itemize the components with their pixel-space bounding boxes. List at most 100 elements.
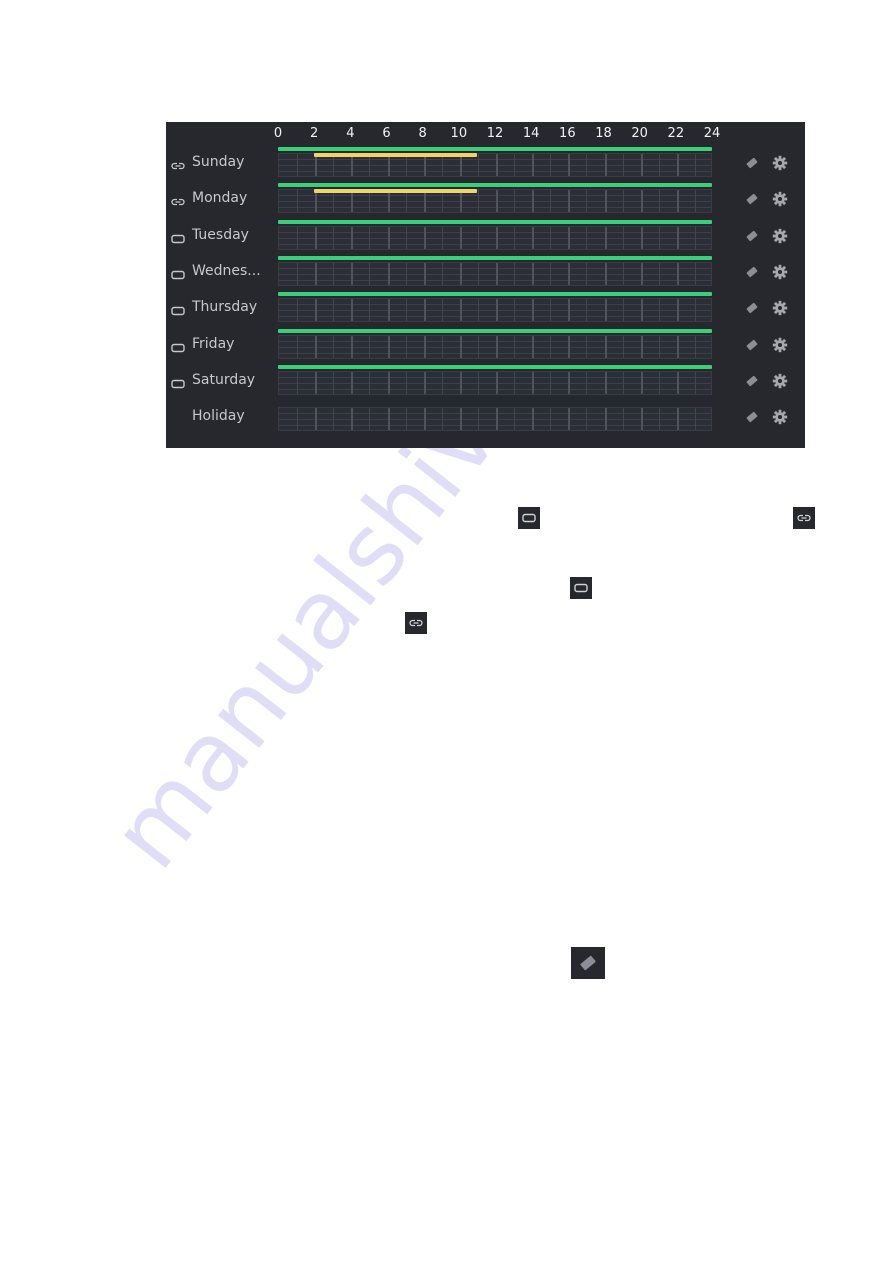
timeline-grid[interactable] <box>278 225 712 250</box>
schedule-period-primary[interactable] <box>278 328 712 333</box>
grid-line <box>640 299 643 322</box>
grid-line <box>441 262 443 285</box>
grid-line <box>369 335 371 358</box>
timeline-grid[interactable] <box>278 334 712 359</box>
eraser-icon[interactable] <box>744 155 760 171</box>
grid-line <box>369 371 371 394</box>
grid-line <box>315 335 318 358</box>
grid-line <box>477 299 479 322</box>
grid-line <box>351 154 354 176</box>
unlinked-icon[interactable] <box>171 267 185 280</box>
grid-line <box>333 262 335 285</box>
unlinked-icon[interactable] <box>171 231 185 243</box>
hour-label: 18 <box>595 126 612 141</box>
schedule-row-monday: Monday <box>166 183 805 219</box>
grid-line <box>459 154 462 176</box>
grid-line <box>441 335 443 358</box>
gear-icon[interactable] <box>772 300 788 316</box>
gear-icon[interactable] <box>772 409 788 425</box>
unlinked-icon[interactable] <box>171 376 185 388</box>
hour-label: 22 <box>667 126 685 141</box>
grid-line <box>604 335 607 358</box>
grid-line <box>423 154 426 176</box>
grid-line <box>423 408 426 431</box>
timeline-track[interactable] <box>278 219 712 250</box>
gear-icon[interactable] <box>772 155 788 171</box>
schedule-period-primary[interactable] <box>278 183 712 188</box>
schedule-period-primary[interactable] <box>278 364 712 369</box>
eraser-icon[interactable] <box>744 228 760 244</box>
schedule-period-primary[interactable] <box>278 219 712 224</box>
grid-line <box>387 226 390 249</box>
grid-line <box>387 154 390 176</box>
timeline-grid[interactable] <box>278 407 712 432</box>
grid-line <box>496 371 498 394</box>
linked-icon[interactable] <box>171 158 185 170</box>
eraser-icon[interactable] <box>744 337 760 353</box>
grid-line <box>676 226 679 249</box>
grid-line <box>496 154 498 176</box>
grid-line <box>423 226 426 249</box>
grid-line <box>297 335 299 358</box>
grid-line <box>423 262 426 285</box>
grid-line <box>496 190 498 213</box>
unlinked-icon[interactable] <box>171 340 185 352</box>
gear-icon[interactable] <box>772 337 788 353</box>
grid-line <box>297 299 299 322</box>
timeline-track[interactable] <box>278 147 712 177</box>
hour-label: 12 <box>486 126 504 141</box>
grid-line <box>315 408 318 431</box>
grid-line <box>604 371 607 394</box>
day-label: Sunday <box>192 154 245 170</box>
grid-line <box>351 335 354 358</box>
gear-icon[interactable] <box>772 373 788 389</box>
schedule-period-secondary[interactable] <box>314 189 477 194</box>
schedule-period-primary[interactable] <box>278 147 712 151</box>
grid-line <box>622 262 624 285</box>
grid-line <box>297 371 299 394</box>
grid-line <box>694 408 696 431</box>
grid-line <box>369 408 371 431</box>
hour-label: 24 <box>703 126 721 141</box>
timeline-grid[interactable] <box>278 261 712 286</box>
timeline-track[interactable] <box>278 401 712 432</box>
grid-line <box>658 371 660 394</box>
eraser-icon[interactable] <box>744 409 760 425</box>
grid-line <box>514 408 516 431</box>
timeline-grid[interactable] <box>278 298 712 323</box>
schedule-period-primary[interactable] <box>278 292 712 297</box>
grid-line <box>405 226 407 249</box>
eraser-icon[interactable] <box>744 300 760 316</box>
eraser-icon[interactable] <box>744 373 760 389</box>
eraser-icon[interactable] <box>744 191 760 207</box>
grid-line <box>369 154 371 176</box>
grid-line <box>640 226 643 249</box>
grid-line <box>369 262 371 285</box>
eraser-icon[interactable] <box>744 264 760 280</box>
gear-icon[interactable] <box>772 191 788 207</box>
grid-line <box>694 299 696 322</box>
grid-line <box>369 299 371 322</box>
unlinked-icon[interactable] <box>171 303 185 316</box>
grid-line <box>568 335 571 358</box>
grid-line <box>622 154 624 176</box>
grid-line <box>369 226 371 249</box>
grid-line <box>586 262 588 285</box>
grid-line <box>405 299 407 322</box>
grid-line <box>514 226 516 249</box>
timeline-track[interactable] <box>278 183 712 214</box>
timeline-track[interactable] <box>278 328 712 359</box>
grid-line <box>333 371 335 394</box>
timeline-track[interactable] <box>278 364 712 395</box>
timeline-grid[interactable] <box>278 370 712 395</box>
schedule-period-primary[interactable] <box>278 255 712 260</box>
schedule-period-secondary[interactable] <box>314 153 477 157</box>
grid-line <box>405 154 407 176</box>
gear-icon[interactable] <box>772 228 788 244</box>
grid-line <box>477 226 479 249</box>
timeline-track[interactable] <box>278 255 712 286</box>
gear-icon[interactable] <box>772 264 788 280</box>
timeline-track[interactable] <box>278 292 712 323</box>
linked-icon[interactable] <box>171 194 185 206</box>
grid-line <box>405 335 407 358</box>
